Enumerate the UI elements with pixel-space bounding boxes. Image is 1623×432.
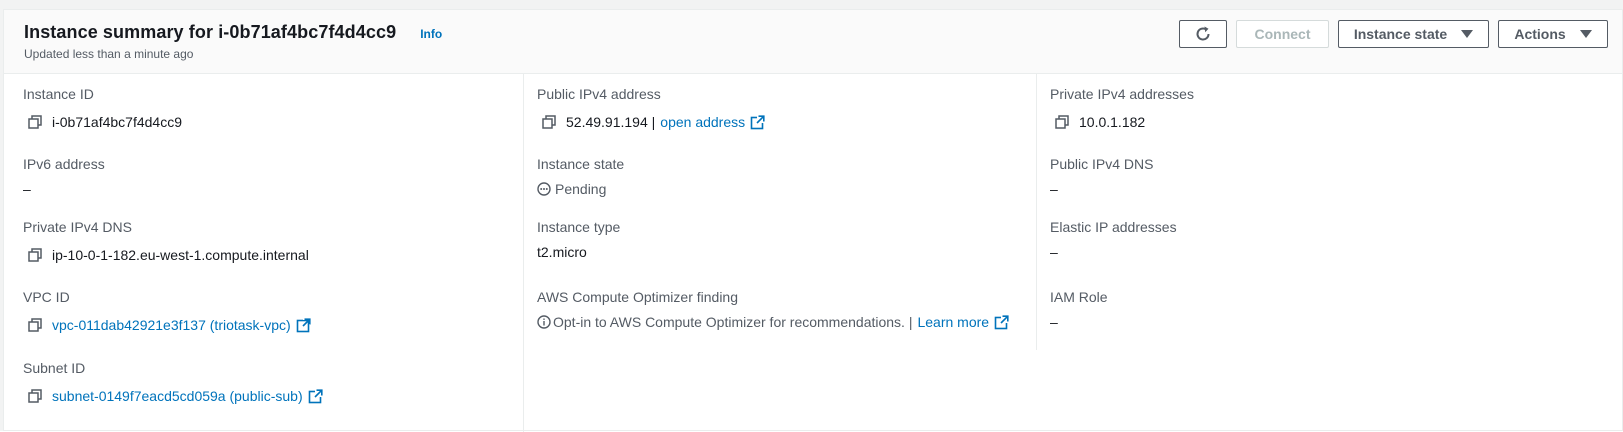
field-label: Instance state <box>537 156 625 172</box>
actions-dropdown[interactable]: Actions <box>1498 20 1608 48</box>
copy-icon[interactable] <box>28 318 42 332</box>
field-value: i-0b71af4bc7f4d4cc9 <box>23 113 182 131</box>
header-title-row: Instance summary for i-0b71af4bc7f4d4cc9… <box>24 22 442 43</box>
field-value: subnet-0149f7eacd5cd059a (public-sub) <box>23 387 323 405</box>
private-ipv4-addresses-value: 10.0.1.182 <box>1079 114 1146 130</box>
external-link-icon[interactable] <box>296 317 311 333</box>
field-value: Opt-in to AWS Compute Optimizer for reco… <box>537 313 1010 331</box>
field-label: Public IPv4 address <box>537 86 661 102</box>
updated-timestamp: Updated less than a minute ago <box>24 47 194 61</box>
public-ipv4-value: 52.49.91.194 | <box>566 114 656 130</box>
field-label: Instance ID <box>23 86 94 102</box>
private-ipv4-dns-value: ip-10-0-1-182.eu-west-1.compute.internal <box>52 247 309 263</box>
field-public-ipv4-dns: Public IPv4 DNS – <box>1050 155 1153 198</box>
field-public-ipv4-address: Public IPv4 address 52.49.91.194 | open … <box>537 85 766 131</box>
vpc-id-link[interactable]: vpc-011dab42921e3f137 (triotask-vpc) <box>52 316 291 334</box>
iam-role-value: – <box>1050 314 1058 330</box>
field-elastic-ip-addresses: Elastic IP addresses – <box>1050 218 1177 261</box>
external-link-icon[interactable] <box>994 314 1010 330</box>
instance-id-value: i-0b71af4bc7f4d4cc9 <box>52 114 182 130</box>
field-value: Pending <box>537 180 624 198</box>
column-divider <box>523 74 524 432</box>
field-vpc-id: VPC ID vpc-011dab42921e3f137 (triotask-v… <box>23 288 311 334</box>
field-value: 10.0.1.182 <box>1050 113 1194 131</box>
ipv6-address-value: – <box>23 181 31 197</box>
caret-down-icon <box>1461 30 1474 38</box>
field-iam-role: IAM Role – <box>1050 288 1108 331</box>
panel-header: Instance summary for i-0b71af4bc7f4d4cc9… <box>4 10 1622 74</box>
copy-icon[interactable] <box>28 248 42 262</box>
title-instance-id: i-0b71af4bc7f4d4cc9 <box>218 22 397 42</box>
copy-icon[interactable] <box>28 389 42 403</box>
copy-icon[interactable] <box>28 115 42 129</box>
field-instance-state: Instance state Pending <box>537 155 624 198</box>
external-link-icon[interactable] <box>750 114 766 130</box>
field-subnet-id: Subnet ID subnet-0149f7eacd5cd059a (publ… <box>23 359 323 405</box>
field-value: vpc-011dab42921e3f137 (triotask-vpc) <box>23 316 311 334</box>
info-link[interactable]: Info <box>420 27 442 41</box>
subnet-id-link[interactable]: subnet-0149f7eacd5cd059a (public-sub) <box>52 387 303 405</box>
field-label: Subnet ID <box>23 360 86 376</box>
copy-icon[interactable] <box>542 115 556 129</box>
field-label: Private IPv4 DNS <box>23 219 132 235</box>
field-label: Public IPv4 DNS <box>1050 156 1154 172</box>
actions-label: Actions <box>1514 26 1566 42</box>
field-label: IPv6 address <box>23 156 105 172</box>
field-instance-id: Instance ID i-0b71af4bc7f4d4cc9 <box>23 85 182 131</box>
field-label: Private IPv4 addresses <box>1050 86 1194 102</box>
caret-down-icon <box>1579 30 1592 38</box>
page-title: Instance summary for i-0b71af4bc7f4d4cc9 <box>24 22 396 43</box>
info-circle-icon <box>537 315 551 329</box>
field-value: 52.49.91.194 | open address <box>537 113 766 131</box>
field-compute-optimizer: AWS Compute Optimizer finding Opt-in to … <box>537 288 1010 331</box>
field-private-ipv4-addresses: Private IPv4 addresses 10.0.1.182 <box>1050 85 1194 131</box>
field-instance-type: Instance type t2.micro <box>537 218 620 261</box>
refresh-icon <box>1196 26 1210 41</box>
instance-state-dropdown[interactable]: Instance state <box>1338 20 1489 48</box>
field-label: Instance type <box>537 219 621 235</box>
instance-summary-panel: Instance summary for i-0b71af4bc7f4d4cc9… <box>3 9 1623 432</box>
instance-state-label: Instance state <box>1353 26 1448 42</box>
instance-type-value: t2.micro <box>537 244 587 260</box>
pending-status-icon <box>537 182 551 196</box>
field-private-ipv4-dns: Private IPv4 DNS ip-10-0-1-182.eu-west-1… <box>23 218 309 264</box>
elastic-ip-addresses-value: – <box>1050 244 1058 260</box>
connect-button[interactable]: Connect <box>1236 20 1329 48</box>
field-label: Elastic IP addresses <box>1050 219 1177 235</box>
learn-more-link[interactable]: Learn more <box>917 313 989 331</box>
field-ipv6-address: IPv6 address – <box>23 155 105 198</box>
field-label: IAM Role <box>1050 289 1108 305</box>
instance-state-value: Pending <box>555 181 607 197</box>
field-label: VPC ID <box>23 289 70 305</box>
refresh-button[interactable] <box>1179 20 1227 48</box>
external-link-icon[interactable] <box>308 388 323 404</box>
column-divider <box>1036 74 1037 350</box>
public-ipv4-dns-value: – <box>1050 181 1058 197</box>
field-label: AWS Compute Optimizer finding <box>537 289 738 305</box>
field-value: ip-10-0-1-182.eu-west-1.compute.internal <box>23 246 309 264</box>
open-address-link[interactable]: open address <box>660 113 745 131</box>
compute-optimizer-value: Opt-in to AWS Compute Optimizer for reco… <box>553 314 913 330</box>
copy-icon[interactable] <box>1055 115 1069 129</box>
title-prefix: Instance summary for <box>24 22 214 42</box>
